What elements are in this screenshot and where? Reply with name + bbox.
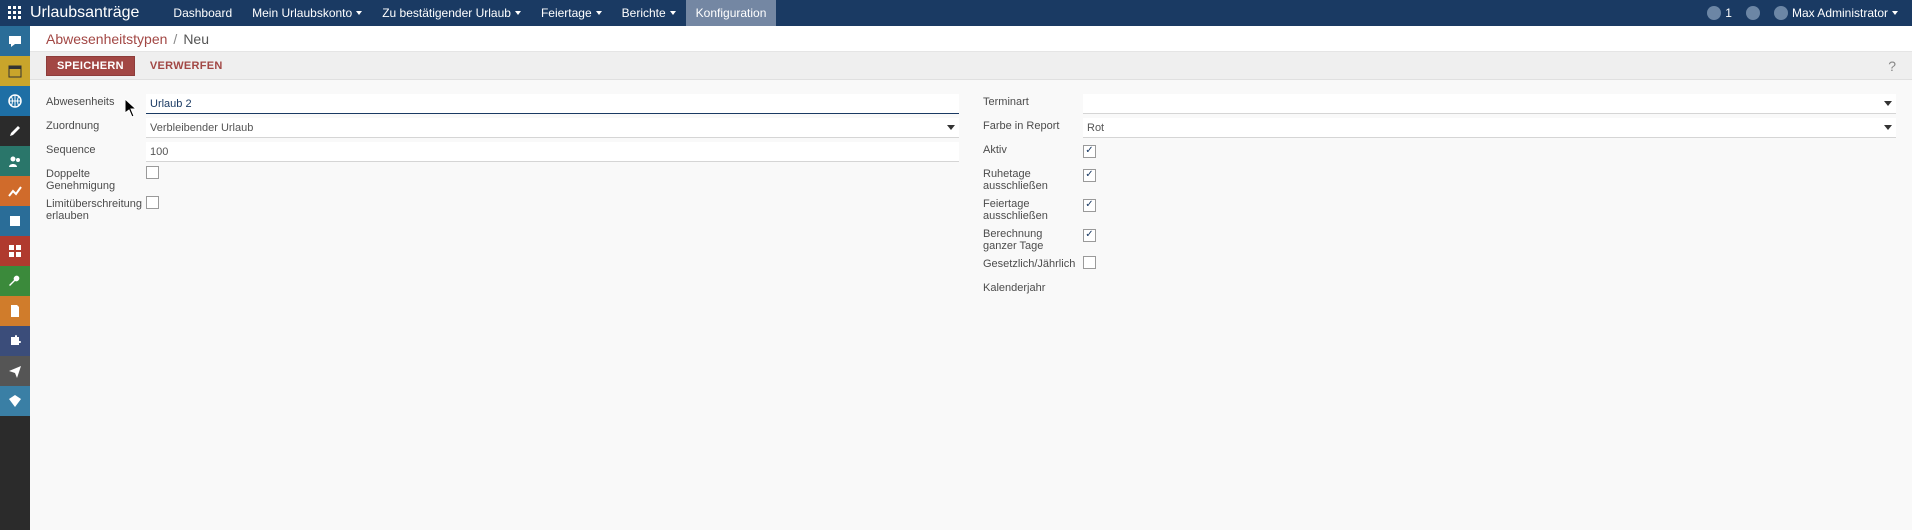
main: Abwesenheitstypen / Neu SPEICHERN VERWER…: [30, 26, 1912, 530]
form-right-column: Terminart Farbe in Report Rot: [983, 94, 1896, 304]
sidebar-app-wrench[interactable]: [0, 266, 30, 296]
sidebar-app-plane[interactable]: [0, 356, 30, 386]
topbar-right: 1 Max Administrator: [1707, 6, 1912, 20]
help-icon[interactable]: ?: [1888, 58, 1896, 74]
breadcrumb-sep: /: [167, 31, 183, 47]
chevron-down-icon: [596, 11, 602, 15]
sidebar-app-globe[interactable]: [0, 86, 30, 116]
user-menu[interactable]: Max Administrator: [1774, 6, 1898, 20]
label-ruhetage: Ruhetage ausschließen: [983, 166, 1083, 192]
chevron-down-icon: [1884, 101, 1892, 106]
label-sequence: Sequence: [46, 142, 146, 156]
label-zuordnung: Zuordnung: [46, 118, 146, 132]
chevron-down-icon: [356, 11, 362, 15]
chevron-down-icon: [947, 125, 955, 130]
menu-urlaubskonto[interactable]: Mein Urlaubskonto: [242, 0, 372, 26]
sidebar: [0, 26, 30, 530]
app-brand[interactable]: Urlaubsanträge: [30, 4, 163, 22]
form-left-column: Abwesenheits Zuordnung Verbleibender Url…: [46, 94, 959, 304]
label-kalenderjahr: Kalenderjahr: [983, 280, 1083, 294]
checkbox-gesetzlich[interactable]: [1083, 256, 1096, 269]
sidebar-app-chat[interactable]: [0, 26, 30, 56]
sidebar-app-users[interactable]: [0, 146, 30, 176]
chevron-down-icon: [515, 11, 521, 15]
menu-konfiguration[interactable]: Konfiguration: [686, 0, 777, 26]
select-farbe-report[interactable]: Rot: [1083, 118, 1896, 138]
chevron-down-icon: [1884, 125, 1892, 130]
checkbox-limit[interactable]: [146, 196, 159, 209]
sidebar-app-box[interactable]: [0, 206, 30, 236]
chevron-down-icon: [670, 11, 676, 15]
menu-bestaetigen[interactable]: Zu bestätigender Urlaub: [372, 0, 531, 26]
save-button[interactable]: SPEICHERN: [46, 56, 135, 76]
label-gesetzlich: Gesetzlich/Jährlich: [983, 256, 1083, 270]
input-sequence[interactable]: [146, 142, 959, 162]
breadcrumb-current: Neu: [183, 31, 209, 47]
sidebar-app-doc[interactable]: [0, 296, 30, 326]
action-bar: SPEICHERN VERWERFEN ?: [30, 52, 1912, 80]
label-terminart: Terminart: [983, 94, 1083, 108]
select-terminart[interactable]: [1083, 94, 1896, 114]
notif-count: 1: [1725, 6, 1732, 20]
globe-icon: [1707, 6, 1721, 20]
user-icon: [1774, 6, 1788, 20]
sidebar-app-pencil[interactable]: [0, 116, 30, 146]
sidebar-app-puzzle[interactable]: [0, 326, 30, 356]
breadcrumb-parent[interactable]: Abwesenheitstypen: [46, 31, 167, 47]
sidebar-app-grid[interactable]: [0, 236, 30, 266]
checkbox-ganze-tage[interactable]: [1083, 229, 1096, 242]
menu-berichte[interactable]: Berichte: [612, 0, 686, 26]
checkbox-feiertage[interactable]: [1083, 199, 1096, 212]
topbar-menu: Dashboard Mein Urlaubskonto Zu bestätige…: [163, 0, 776, 26]
chat-icon: [1746, 6, 1760, 20]
breadcrumb: Abwesenheitstypen / Neu: [30, 26, 1912, 52]
input-abwesenheit[interactable]: [146, 94, 959, 114]
label-limit: Limitüberschreitung erlauben: [46, 196, 146, 222]
checkbox-ruhetage[interactable]: [1083, 169, 1096, 182]
label-abwesenheit: Abwesenheits: [46, 94, 146, 108]
menu-feiertage[interactable]: Feiertage: [531, 0, 612, 26]
select-zuordnung[interactable]: Verbleibender Urlaub: [146, 118, 959, 138]
label-doppelte-genehmigung: Doppelte Genehmigung: [46, 166, 146, 192]
label-farbe-report: Farbe in Report: [983, 118, 1083, 132]
label-ganze-tage: Berechnung ganzer Tage: [983, 226, 1083, 252]
label-feiertage: Feiertage ausschließen: [983, 196, 1083, 222]
discard-button[interactable]: VERWERFEN: [139, 56, 234, 76]
menu-dashboard[interactable]: Dashboard: [163, 0, 242, 26]
sidebar-app-calendar[interactable]: [0, 56, 30, 86]
checkbox-aktiv[interactable]: [1083, 145, 1096, 158]
apps-icon[interactable]: [0, 6, 30, 20]
sidebar-app-chart[interactable]: [0, 176, 30, 206]
label-aktiv: Aktiv: [983, 142, 1083, 156]
form-sheet: Abwesenheits Zuordnung Verbleibender Url…: [30, 80, 1912, 318]
discuss-icon[interactable]: [1746, 6, 1760, 20]
sidebar-app-tag[interactable]: [0, 386, 30, 416]
chevron-down-icon: [1892, 11, 1898, 15]
checkbox-doppelte-genehmigung[interactable]: [146, 166, 159, 179]
notifications[interactable]: 1: [1707, 6, 1732, 20]
topbar: Urlaubsanträge Dashboard Mein Urlaubskon…: [0, 0, 1912, 26]
